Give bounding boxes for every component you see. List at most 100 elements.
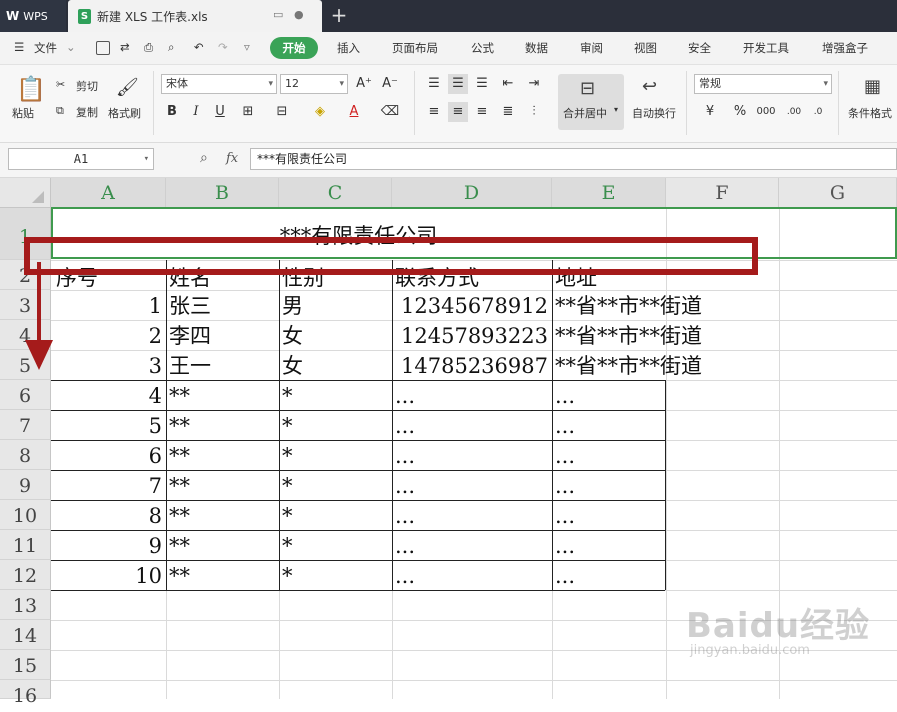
table-cell[interactable]: * xyxy=(282,472,293,500)
increase-indent-icon[interactable]: ⇥ xyxy=(524,74,544,94)
table-cell[interactable]: ** xyxy=(169,412,190,440)
increase-font-icon[interactable]: A⁺ xyxy=(354,74,374,94)
table-cell[interactable]: 男 xyxy=(282,292,303,320)
table-cell[interactable]: ... xyxy=(555,382,575,410)
column-header-e[interactable]: E xyxy=(552,178,666,208)
column-header-a[interactable]: A xyxy=(51,178,166,208)
table-cell[interactable]: ** xyxy=(169,502,190,530)
row-header-14[interactable]: 14 xyxy=(0,620,51,650)
function-icon[interactable]: fx xyxy=(226,151,238,166)
quick-access-dropdown-icon[interactable]: ▿ xyxy=(244,40,250,54)
paste-icon[interactable]: 📋 xyxy=(16,75,46,103)
table-cell[interactable]: ... xyxy=(555,412,575,440)
row-header-7[interactable]: 7 xyxy=(0,410,51,440)
paste-button[interactable]: 粘贴 xyxy=(12,105,34,121)
table-cell[interactable]: ... xyxy=(555,532,575,560)
tab-page-layout[interactable]: 页面布局 xyxy=(392,40,438,56)
table-cell[interactable]: 张三 xyxy=(169,292,211,320)
select-all-corner[interactable] xyxy=(0,178,51,208)
currency-icon[interactable]: ¥ xyxy=(700,102,720,122)
table-cell[interactable]: * xyxy=(282,562,293,590)
table-cell[interactable]: ... xyxy=(555,472,575,500)
borders-icon[interactable]: ⊞ xyxy=(238,102,258,122)
table-cell[interactable]: ** xyxy=(169,532,190,560)
row-header-10[interactable]: 10 xyxy=(0,500,51,530)
formula-input[interactable]: ***有限责任公司 xyxy=(250,148,897,170)
conditional-format-button[interactable]: 条件格式 xyxy=(848,105,892,121)
font-size-select[interactable]: 12 ▾ xyxy=(280,74,348,94)
align-center-icon[interactable]: ≡ xyxy=(448,102,468,122)
redo-icon[interactable]: ↷ xyxy=(218,40,228,54)
italic-icon[interactable]: I xyxy=(186,102,206,122)
table-cell[interactable]: 王一 xyxy=(169,352,211,380)
table-cell[interactable]: ... xyxy=(395,442,415,470)
table-cell[interactable]: 2 xyxy=(51,322,162,350)
tab-security[interactable]: 安全 xyxy=(688,40,711,56)
table-cell[interactable]: 10 xyxy=(51,562,162,590)
copy-button[interactable]: 复制 xyxy=(76,104,98,120)
row-header-3[interactable]: 3 xyxy=(0,290,51,320)
font-color-icon[interactable]: A xyxy=(344,102,364,122)
table-cell[interactable]: ** xyxy=(169,382,190,410)
align-middle-icon[interactable]: ☰ xyxy=(448,74,468,94)
align-right-icon[interactable]: ≡ xyxy=(472,102,492,122)
decrease-font-icon[interactable]: A⁻ xyxy=(380,74,400,94)
decrease-decimal-icon[interactable]: .0 xyxy=(808,102,828,122)
file-menu[interactable]: 文件 xyxy=(34,40,57,56)
wrap-text-button[interactable]: 自动换行 xyxy=(632,105,676,121)
tab-data[interactable]: 数据 xyxy=(525,40,548,56)
font-name-select[interactable]: 宋体 ▾ xyxy=(161,74,277,94)
table-cell[interactable]: * xyxy=(282,532,293,560)
table-cell[interactable]: ... xyxy=(395,502,415,530)
tab-enhance-box[interactable]: 增强盒子 xyxy=(822,40,868,56)
column-header-b[interactable]: B xyxy=(166,178,279,208)
column-header-f[interactable]: F xyxy=(666,178,779,208)
table-cell[interactable]: 女 xyxy=(282,322,303,350)
table-cell[interactable]: * xyxy=(282,382,293,410)
table-cell[interactable]: 14785236987 xyxy=(392,352,548,380)
tab-review[interactable]: 审阅 xyxy=(580,40,603,56)
table-cell[interactable]: 12345678912 xyxy=(392,292,548,320)
print-preview-icon[interactable]: ⌕ xyxy=(168,40,174,55)
number-format-select[interactable]: 常规 ▾ xyxy=(694,74,832,94)
table-cell[interactable]: ... xyxy=(555,502,575,530)
row-header-16[interactable]: 16 xyxy=(0,680,51,707)
table-cell[interactable]: **省**市**街道 xyxy=(555,322,702,350)
chevron-down-icon[interactable]: ▾ xyxy=(144,149,149,169)
table-cell[interactable]: 9 xyxy=(51,532,162,560)
monitor-icon[interactable]: ▭ xyxy=(273,8,283,21)
row-header-12[interactable]: 12 xyxy=(0,560,51,590)
wps-home-tab[interactable]: W WPS xyxy=(0,0,66,32)
fill-style-icon[interactable]: ⊟ xyxy=(272,102,292,122)
print-icon[interactable]: ⎙ xyxy=(144,40,153,55)
bold-icon[interactable]: B xyxy=(162,102,182,122)
table-cell[interactable]: 7 xyxy=(51,472,162,500)
table-cell[interactable]: 12457893223 xyxy=(392,322,548,350)
decrease-indent-icon[interactable]: ⇤ xyxy=(498,74,518,94)
name-box[interactable]: A1 ▾ xyxy=(8,148,154,170)
document-tab[interactable]: S 新建 XLS 工作表.xls ▭ ● xyxy=(68,0,322,32)
table-cell[interactable]: ... xyxy=(395,562,415,590)
align-bottom-icon[interactable]: ☰ xyxy=(472,74,492,94)
undo-icon[interactable]: ↶ xyxy=(194,40,204,54)
row-header-6[interactable]: 6 xyxy=(0,380,51,410)
table-cell[interactable]: ... xyxy=(555,442,575,470)
table-cell[interactable]: **省**市**街道 xyxy=(555,292,702,320)
row-header-8[interactable]: 8 xyxy=(0,440,51,470)
table-cell[interactable]: ... xyxy=(395,382,415,410)
format-painter-button[interactable]: 格式刷 xyxy=(108,105,141,121)
table-cell[interactable]: * xyxy=(282,412,293,440)
tab-insert[interactable]: 插入 xyxy=(337,40,360,56)
new-tab-button[interactable]: + xyxy=(328,4,350,26)
justify-icon[interactable]: ≣ xyxy=(498,102,518,122)
table-cell[interactable]: ... xyxy=(395,472,415,500)
table-cell[interactable]: ... xyxy=(555,562,575,590)
chevron-down-icon[interactable]: ⌄ xyxy=(66,40,76,54)
table-cell[interactable]: ** xyxy=(169,562,190,590)
share-icon[interactable]: ⇄ xyxy=(120,40,130,54)
thousands-separator-icon[interactable]: 000 xyxy=(756,102,776,122)
tab-home[interactable]: 开始 xyxy=(270,37,318,59)
align-top-icon[interactable]: ☰ xyxy=(424,74,444,94)
increase-decimal-icon[interactable]: .00 xyxy=(784,102,804,122)
table-cell[interactable]: 3 xyxy=(51,352,162,380)
